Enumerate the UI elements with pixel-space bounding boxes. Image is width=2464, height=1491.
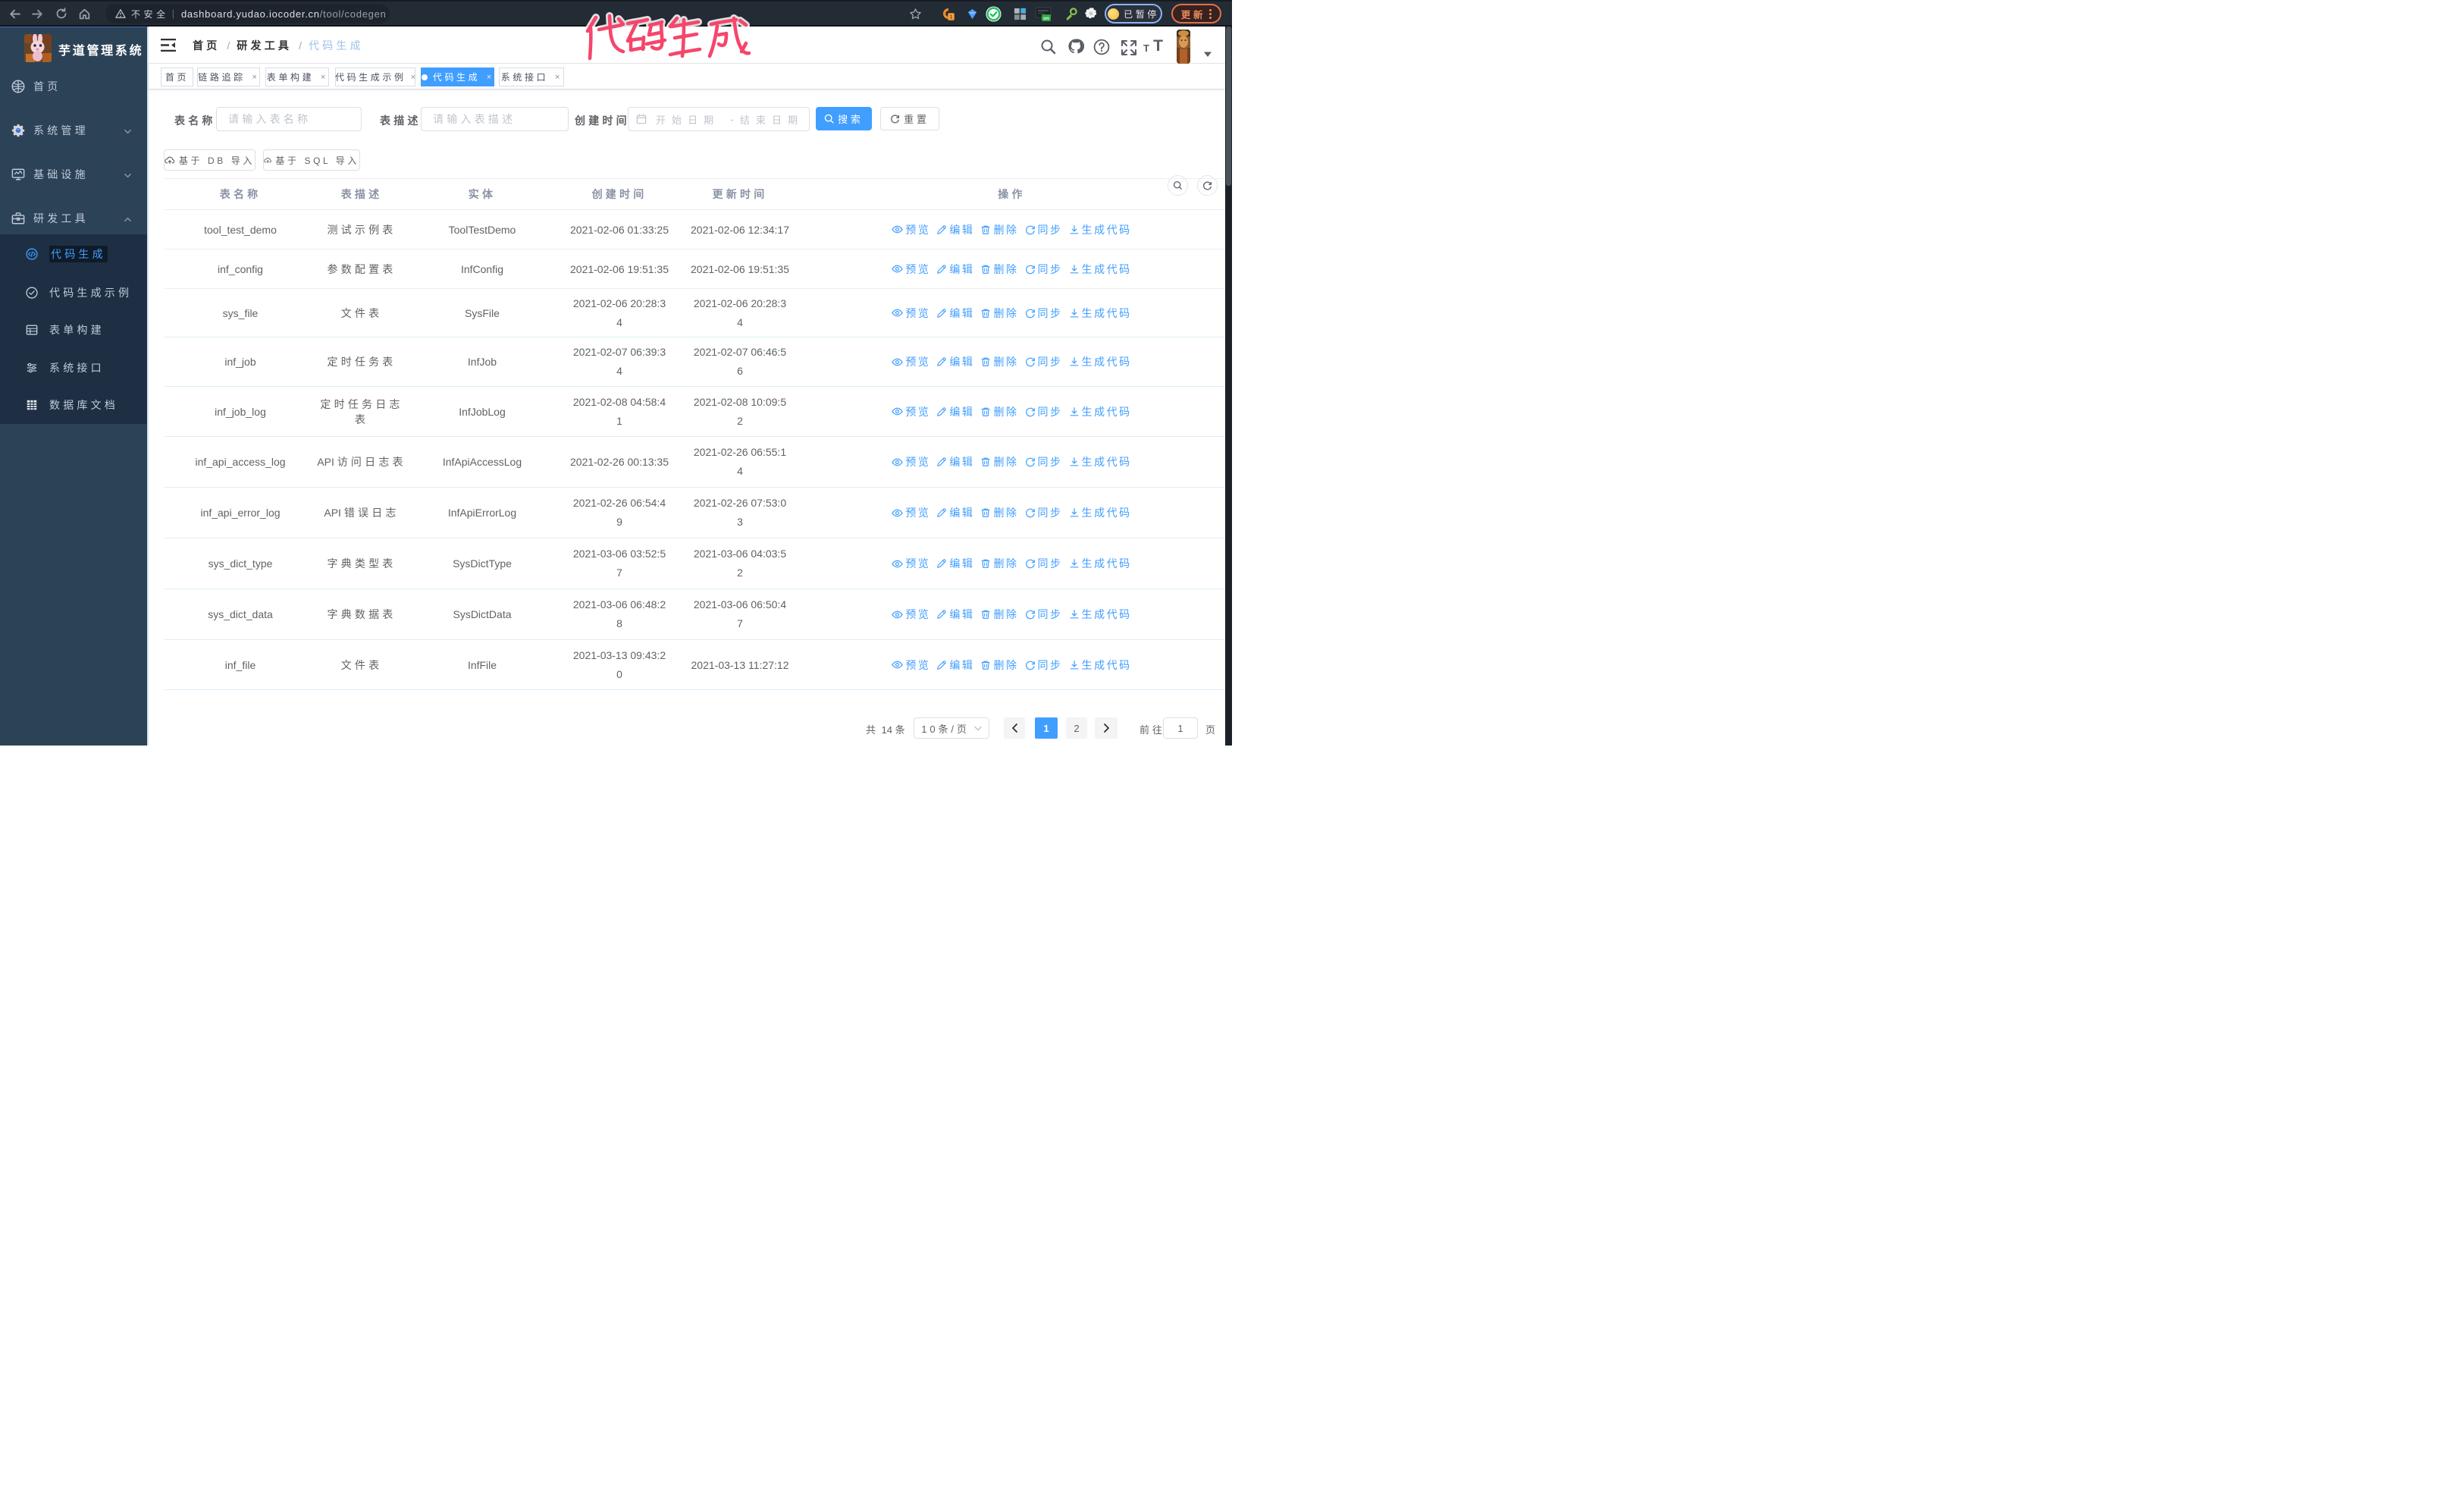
svg-text:1: 1 bbox=[950, 15, 953, 20]
svg-text:on: on bbox=[1043, 16, 1049, 21]
